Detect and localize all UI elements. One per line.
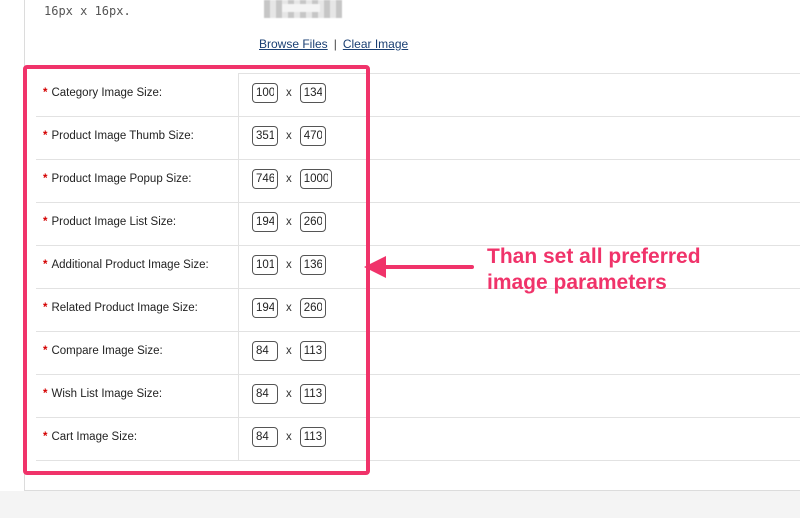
width-input[interactable] (252, 298, 278, 318)
image-thumbnail (264, 0, 342, 18)
row-label-text: Product Image Popup Size: (51, 173, 192, 185)
row-label-text: Compare Image Size: (51, 345, 163, 357)
row-category-image-size: *Category Image Size: x (36, 73, 800, 117)
width-input[interactable] (252, 126, 278, 146)
image-links: Browse Files | Clear Image (259, 37, 408, 51)
height-input[interactable] (299, 83, 326, 103)
height-input[interactable] (299, 341, 326, 361)
cell-divider (238, 73, 239, 116)
height-input[interactable] (299, 384, 326, 404)
row-label: * Product Image Thumb Size: (43, 130, 194, 142)
link-separator: | (333, 37, 337, 51)
cell-divider (238, 202, 239, 245)
row-product-image-popup-size: *Product Image Popup Size: x (36, 159, 800, 203)
height-input[interactable] (299, 298, 326, 318)
footer-strip (0, 491, 800, 518)
required-mark: * (43, 259, 48, 271)
annotation-text: Than set all preferred image parameters (487, 244, 701, 296)
height-input[interactable] (299, 169, 332, 189)
times-sign: x (286, 302, 292, 314)
row-label-text: Category Image Size: (51, 87, 163, 99)
required-mark: * (43, 130, 48, 142)
width-input[interactable] (252, 427, 278, 447)
row-label-text: Wish List Image Size: (51, 388, 163, 400)
size-inputs: x (252, 83, 326, 103)
size-inputs: x (252, 169, 332, 189)
required-mark: * (43, 173, 48, 185)
arrow-left-icon (364, 256, 474, 278)
times-sign: x (286, 216, 292, 228)
required-mark: * (43, 302, 48, 314)
required-mark: * (43, 431, 48, 443)
times-sign: x (286, 87, 292, 99)
required-mark: * (43, 345, 48, 357)
width-input[interactable] (252, 212, 278, 232)
image-size-hint: 16px x 16px. (44, 4, 131, 18)
size-inputs: x (252, 126, 326, 146)
width-input[interactable] (252, 255, 278, 275)
cell-divider (238, 116, 239, 159)
row-label: * Cart Image Size: (43, 431, 137, 443)
row-label-text: Related Product Image Size: (51, 302, 198, 314)
cell-divider (238, 159, 239, 202)
row-label: * Product Image List Size: (43, 216, 176, 228)
row-label: * Additional Product Image Size: (43, 259, 209, 271)
cell-divider (238, 417, 239, 460)
row-label: * Product Image Popup Size: (43, 173, 191, 185)
row-label-text: Cart Image Size: (51, 431, 138, 443)
times-sign: x (286, 259, 292, 271)
size-inputs: x (252, 212, 326, 232)
row-label: * Wish List Image Size: (43, 388, 162, 400)
row-compare-image-size: *Compare Image Size: x (36, 331, 800, 375)
row-wish-list-image-size: *Wish List Image Size: x (36, 374, 800, 418)
row-label: * Related Product Image Size: (43, 302, 198, 314)
width-input[interactable] (252, 169, 278, 189)
clear-image-link[interactable]: Clear Image (343, 37, 408, 51)
row-label: * Category Image Size: (43, 87, 162, 99)
size-inputs: x (252, 384, 326, 404)
times-sign: x (286, 431, 292, 443)
annotation-line-2: image parameters (487, 271, 667, 294)
size-inputs: x (252, 427, 326, 447)
times-sign: x (286, 130, 292, 142)
annotation-line-1: Than set all preferred (487, 245, 701, 268)
required-mark: * (43, 87, 48, 99)
height-input[interactable] (299, 427, 326, 447)
cell-divider (238, 374, 239, 417)
row-label-text: Additional Product Image Size: (51, 259, 209, 271)
size-inputs: x (252, 341, 326, 361)
width-input[interactable] (252, 384, 278, 404)
width-input[interactable] (252, 341, 278, 361)
row-label-text: Product Image Thumb Size: (51, 130, 194, 142)
width-input[interactable] (252, 83, 278, 103)
required-mark: * (43, 388, 48, 400)
required-mark: * (43, 216, 48, 228)
cell-divider (238, 331, 239, 374)
row-cart-image-size: *Cart Image Size: x (36, 417, 800, 461)
row-label-text: Product Image List Size: (51, 216, 177, 228)
cell-divider (238, 245, 239, 288)
times-sign: x (286, 345, 292, 357)
row-product-image-thumb-size: *Product Image Thumb Size: x (36, 116, 800, 160)
times-sign: x (286, 173, 292, 185)
cell-divider (238, 288, 239, 331)
height-input[interactable] (299, 255, 326, 275)
size-inputs: x (252, 255, 326, 275)
times-sign: x (286, 388, 292, 400)
size-inputs: x (252, 298, 326, 318)
browse-files-link[interactable]: Browse Files (259, 37, 328, 51)
height-input[interactable] (299, 126, 326, 146)
row-product-image-list-size: *Product Image List Size: x (36, 202, 800, 246)
row-label: * Compare Image Size: (43, 345, 163, 357)
height-input[interactable] (299, 212, 326, 232)
